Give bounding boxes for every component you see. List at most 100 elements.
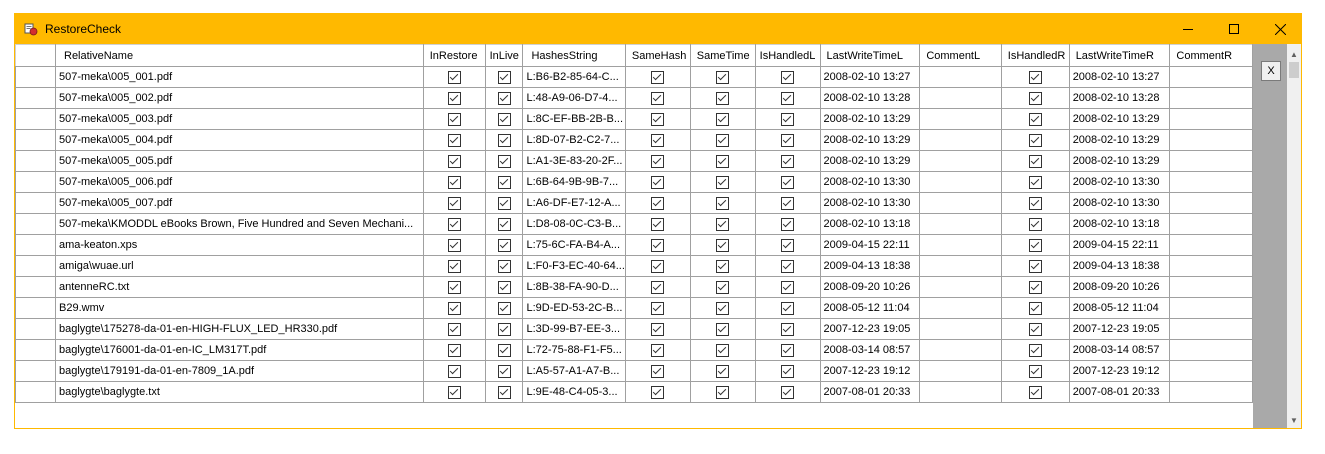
checkbox-checked-icon[interactable] [716, 175, 730, 189]
cell-inlive[interactable] [484, 150, 524, 172]
row-header[interactable] [15, 87, 56, 109]
checkbox-checked-icon[interactable] [651, 238, 665, 252]
cell-inrestore[interactable] [422, 297, 486, 319]
cell-sametime[interactable] [689, 150, 756, 172]
checkbox-checked-icon[interactable] [651, 217, 665, 231]
checkbox-checked-icon[interactable] [1028, 322, 1042, 336]
cell-ishandledr[interactable] [1000, 318, 1070, 340]
checkbox-checked-icon[interactable] [781, 217, 795, 231]
title-bar[interactable]: RestoreCheck [15, 14, 1301, 44]
checkbox-checked-icon[interactable] [651, 196, 665, 210]
row-header[interactable] [15, 213, 56, 235]
cell-sametime[interactable] [689, 108, 756, 130]
checkbox-checked-icon[interactable] [716, 259, 730, 273]
cell-hashesstring[interactable]: L:8C-EF-BB-2B-B... [522, 108, 626, 130]
cell-inlive[interactable] [484, 318, 524, 340]
checkbox-checked-icon[interactable] [651, 385, 665, 399]
checkbox-checked-icon[interactable] [716, 364, 730, 378]
cell-ishandledl[interactable] [754, 297, 821, 319]
checkbox-checked-icon[interactable] [1028, 259, 1042, 273]
cell-inrestore[interactable] [422, 360, 486, 382]
cell-ishandledl[interactable] [754, 339, 821, 361]
cell-commentl[interactable] [919, 360, 1002, 382]
cell-inrestore[interactable] [422, 234, 486, 256]
col-header-sametime[interactable]: SameTime [689, 44, 756, 67]
checkbox-checked-icon[interactable] [1028, 175, 1042, 189]
cell-hashesstring[interactable]: L:A6-DF-E7-12-A... [522, 192, 626, 214]
checkbox-checked-icon[interactable] [497, 217, 511, 231]
cell-inlive[interactable] [484, 276, 524, 298]
checkbox-checked-icon[interactable] [497, 343, 511, 357]
cell-sametime[interactable] [689, 192, 756, 214]
cell-samehash[interactable] [624, 234, 691, 256]
cell-ishandledl[interactable] [754, 213, 821, 235]
cell-samehash[interactable] [624, 297, 691, 319]
cell-relativename[interactable]: 507-meka\005_006.pdf [55, 171, 424, 193]
cell-commentl[interactable] [919, 381, 1002, 403]
cell-hashesstring[interactable]: L:8D-07-B2-C2-7... [522, 129, 626, 151]
cell-samehash[interactable] [624, 318, 691, 340]
cell-inrestore[interactable] [422, 381, 486, 403]
cell-ishandledr[interactable] [1000, 108, 1070, 130]
cell-lastwritetimel[interactable]: 2009-04-15 22:11 [819, 234, 921, 256]
col-header-commentr[interactable]: CommentR [1169, 44, 1253, 67]
row-header[interactable] [15, 255, 56, 277]
checkbox-checked-icon[interactable] [1028, 112, 1042, 126]
checkbox-checked-icon[interactable] [497, 175, 511, 189]
checkbox-checked-icon[interactable] [781, 238, 795, 252]
cell-relativename[interactable]: 507-meka\005_007.pdf [55, 192, 424, 214]
checkbox-checked-icon[interactable] [1028, 238, 1042, 252]
cell-inlive[interactable] [484, 360, 524, 382]
cell-lastwritetimel[interactable]: 2008-02-10 13:27 [819, 66, 921, 88]
cell-sametime[interactable] [689, 339, 756, 361]
checkbox-checked-icon[interactable] [716, 238, 730, 252]
cell-sametime[interactable] [689, 318, 756, 340]
scroll-down-icon[interactable]: ▼ [1287, 412, 1301, 428]
cell-commentr[interactable] [1169, 213, 1253, 235]
cell-ishandledl[interactable] [754, 276, 821, 298]
row-header[interactable] [15, 66, 56, 88]
checkbox-checked-icon[interactable] [716, 112, 730, 126]
cell-lastwritetimel[interactable]: 2008-05-12 11:04 [819, 297, 921, 319]
row-header-corner[interactable] [15, 44, 56, 67]
cell-commentl[interactable] [919, 192, 1002, 214]
col-header-inrestore[interactable]: InRestore [422, 44, 486, 67]
cell-lastwritetimer[interactable]: 2008-02-10 13:30 [1068, 171, 1171, 193]
cell-ishandledr[interactable] [1000, 192, 1070, 214]
checkbox-checked-icon[interactable] [781, 70, 795, 84]
cell-lastwritetimel[interactable]: 2009-04-13 18:38 [819, 255, 921, 277]
cell-samehash[interactable] [624, 255, 691, 277]
cell-ishandledr[interactable] [1000, 66, 1070, 88]
checkbox-checked-icon[interactable] [497, 280, 511, 294]
checkbox-checked-icon[interactable] [497, 238, 511, 252]
cell-ishandledl[interactable] [754, 318, 821, 340]
cell-ishandledr[interactable] [1000, 213, 1070, 235]
table-row[interactable]: amiga\wuae.url L:F0-F3-EC-40-64... 2009-04… [15, 255, 1253, 277]
col-header-hashesstring[interactable]: HashesString [522, 44, 626, 67]
row-header[interactable] [15, 129, 56, 151]
cell-lastwritetimel[interactable]: 2008-02-10 13:18 [819, 213, 921, 235]
col-header-relativename[interactable]: RelativeName [55, 44, 424, 67]
checkbox-checked-icon[interactable] [651, 112, 665, 126]
checkbox-checked-icon[interactable] [716, 91, 730, 105]
panel-close-button[interactable]: X [1261, 61, 1281, 81]
cell-commentr[interactable] [1169, 360, 1253, 382]
cell-samehash[interactable] [624, 192, 691, 214]
checkbox-checked-icon[interactable] [716, 217, 730, 231]
row-header[interactable] [15, 192, 56, 214]
table-row[interactable]: 507-meka\005_007.pdf L:A6-DF-E7-12-A... 20… [15, 192, 1253, 214]
cell-lastwritetimer[interactable]: 2009-04-13 18:38 [1068, 255, 1171, 277]
checkbox-checked-icon[interactable] [447, 175, 461, 189]
checkbox-checked-icon[interactable] [716, 196, 730, 210]
cell-ishandledr[interactable] [1000, 255, 1070, 277]
cell-ishandledl[interactable] [754, 192, 821, 214]
table-row[interactable]: 507-meka\005_006.pdf L:6B-64-9B-9B-7... 20… [15, 171, 1253, 193]
cell-relativename[interactable]: 507-meka\005_005.pdf [55, 150, 424, 172]
cell-lastwritetimel[interactable]: 2008-02-10 13:29 [819, 150, 921, 172]
cell-commentr[interactable] [1169, 192, 1253, 214]
table-row[interactable]: 507-meka\005_003.pdf L:8C-EF-BB-2B-B... 20… [15, 108, 1253, 130]
checkbox-checked-icon[interactable] [716, 322, 730, 336]
cell-relativename[interactable]: 507-meka\005_004.pdf [55, 129, 424, 151]
cell-lastwritetimer[interactable]: 2008-03-14 08:57 [1068, 339, 1171, 361]
table-row[interactable]: 507-meka\005_002.pdf L:48-A9-06-D7-4... 20… [15, 87, 1253, 109]
